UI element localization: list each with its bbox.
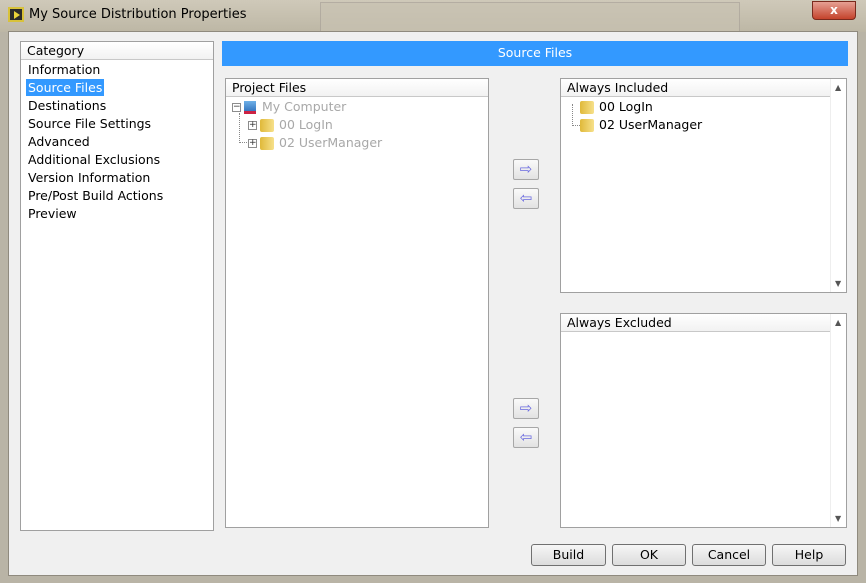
tree-item-label: 00 LogIn	[279, 117, 333, 132]
always-excluded-header: Always Excluded	[561, 314, 830, 332]
category-item-destinations[interactable]: Destinations	[26, 97, 108, 114]
scroll-down-icon[interactable]: ▼	[835, 514, 841, 523]
always-included-header: Always Included	[561, 79, 830, 97]
close-button[interactable]: x	[812, 1, 856, 20]
add-to-included-button[interactable]: ⇨	[513, 159, 539, 180]
always-included-list[interactable]: Always Included 00 LogIn 02 UserManager …	[560, 78, 847, 293]
project-files-tree[interactable]: Project Files − My Computer +00 LogIn +02…	[225, 78, 489, 528]
category-item-information[interactable]: Information	[26, 61, 102, 78]
folder-icon	[580, 101, 594, 114]
scroll-up-icon[interactable]: ▲	[835, 318, 841, 327]
ok-button[interactable]: OK	[612, 544, 686, 566]
section-title: Source Files	[222, 41, 848, 66]
expand-icon[interactable]: +	[248, 139, 257, 148]
always-excluded-list[interactable]: Always Excluded ▲ ▼	[560, 313, 847, 528]
tree-item-00-login[interactable]: +00 LogIn	[248, 116, 333, 134]
scrollbar[interactable]: ▲ ▼	[830, 314, 846, 527]
collapse-icon[interactable]: −	[232, 103, 241, 112]
build-button[interactable]: Build	[531, 544, 606, 566]
category-item-additional-exclusions[interactable]: Additional Exclusions	[26, 151, 162, 168]
background-window	[320, 2, 740, 32]
included-item-02-usermanager[interactable]: 02 UserManager	[580, 116, 702, 134]
cancel-button[interactable]: Cancel	[692, 544, 766, 566]
app-icon	[8, 7, 24, 22]
category-header: Category	[21, 42, 213, 60]
tree-item-my-computer[interactable]: − My Computer	[232, 98, 346, 116]
category-item-preview[interactable]: Preview	[26, 205, 79, 222]
scroll-up-icon[interactable]: ▲	[835, 83, 841, 92]
project-files-header: Project Files	[226, 79, 488, 97]
scrollbar[interactable]: ▲ ▼	[830, 79, 846, 292]
category-item-pre-post-build-actions[interactable]: Pre/Post Build Actions	[26, 187, 165, 204]
category-list: Category Information Source Files Destin…	[20, 41, 214, 531]
included-item-00-login[interactable]: 00 LogIn	[580, 98, 653, 116]
tree-lines	[572, 104, 580, 126]
remove-from-excluded-button[interactable]: ⇦	[513, 427, 539, 448]
folder-icon	[260, 119, 274, 132]
category-item-source-file-settings[interactable]: Source File Settings	[26, 115, 153, 132]
window-title: My Source Distribution Properties	[29, 7, 247, 22]
scroll-down-icon[interactable]: ▼	[835, 279, 841, 288]
item-label: 02 UserManager	[599, 117, 703, 132]
category-item-version-information[interactable]: Version Information	[26, 169, 152, 186]
folder-icon	[580, 119, 594, 132]
remove-from-included-button[interactable]: ⇦	[513, 188, 539, 209]
item-label: 00 LogIn	[599, 99, 653, 114]
expand-icon[interactable]: +	[248, 121, 257, 130]
tree-item-label: My Computer	[262, 99, 347, 114]
category-item-source-files[interactable]: Source Files	[26, 79, 105, 96]
add-to-excluded-button[interactable]: ⇨	[513, 398, 539, 419]
folder-icon	[260, 137, 274, 150]
title-bar: My Source Distribution Properties x	[0, 0, 866, 32]
tree-item-02-usermanager[interactable]: +02 UserManager	[248, 134, 382, 152]
computer-icon	[244, 101, 256, 114]
help-button[interactable]: Help	[772, 544, 846, 566]
tree-item-label: 02 UserManager	[279, 135, 383, 150]
category-item-advanced[interactable]: Advanced	[26, 133, 92, 150]
